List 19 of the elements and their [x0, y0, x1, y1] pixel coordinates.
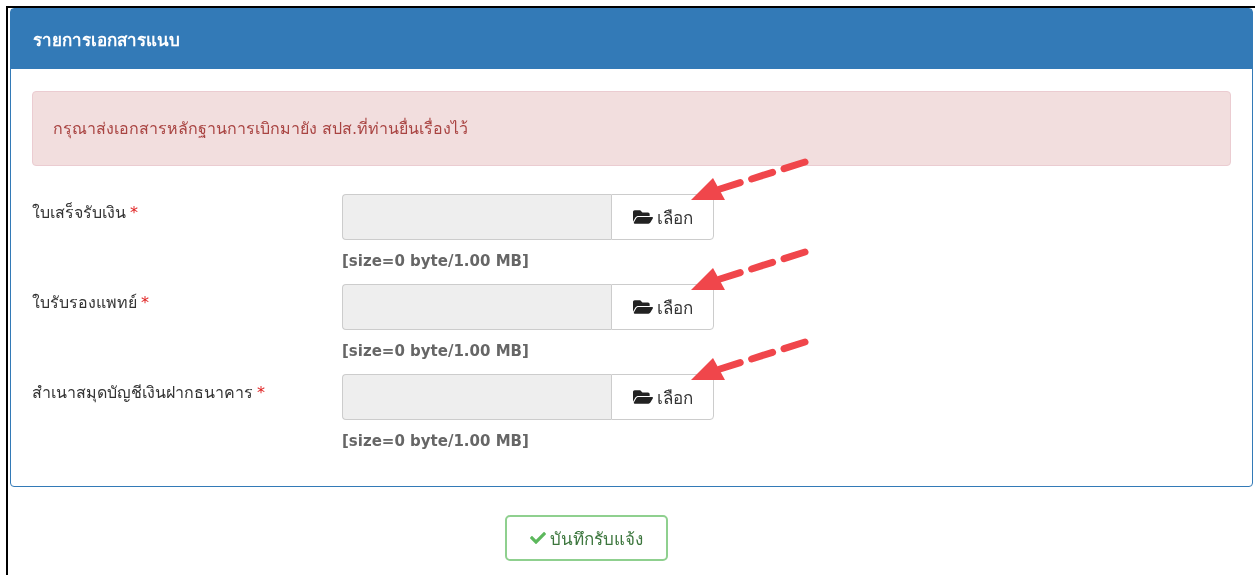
folder-icon	[632, 387, 653, 407]
save-button[interactable]: บันทึกรับแจ้ง	[505, 515, 668, 561]
folder-icon	[632, 207, 653, 227]
field-label: ใบรับรองแพทย์ *	[32, 292, 150, 314]
browse-button[interactable]: เลือก	[611, 284, 714, 330]
panel-title: รายการเอกสารแนบ	[11, 9, 1252, 69]
field-label: ใบเสร็จรับเงิน *	[32, 201, 139, 224]
field-label: สำเนาสมุดบัญชีเงินฝากธนาคาร *	[32, 382, 266, 405]
file-size-text: [size=0 byte/1.00 MB]	[342, 432, 529, 450]
folder-icon	[632, 297, 653, 317]
check-icon	[530, 530, 546, 546]
browse-button[interactable]: เลือก	[611, 374, 714, 420]
file-input-field[interactable]	[342, 284, 611, 330]
file-input-field[interactable]	[342, 194, 611, 240]
file-size-text: [size=0 byte/1.00 MB]	[342, 342, 529, 360]
browse-button[interactable]: เลือก	[611, 194, 714, 240]
file-input-field[interactable]	[342, 374, 611, 420]
alert-message: กรุณาส่งเอกสารหลักฐานการเบิกมายัง สปส.ที่ท่านยื่นเรื่องไว้	[32, 91, 1231, 166]
file-size-text: [size=0 byte/1.00 MB]	[342, 252, 529, 270]
